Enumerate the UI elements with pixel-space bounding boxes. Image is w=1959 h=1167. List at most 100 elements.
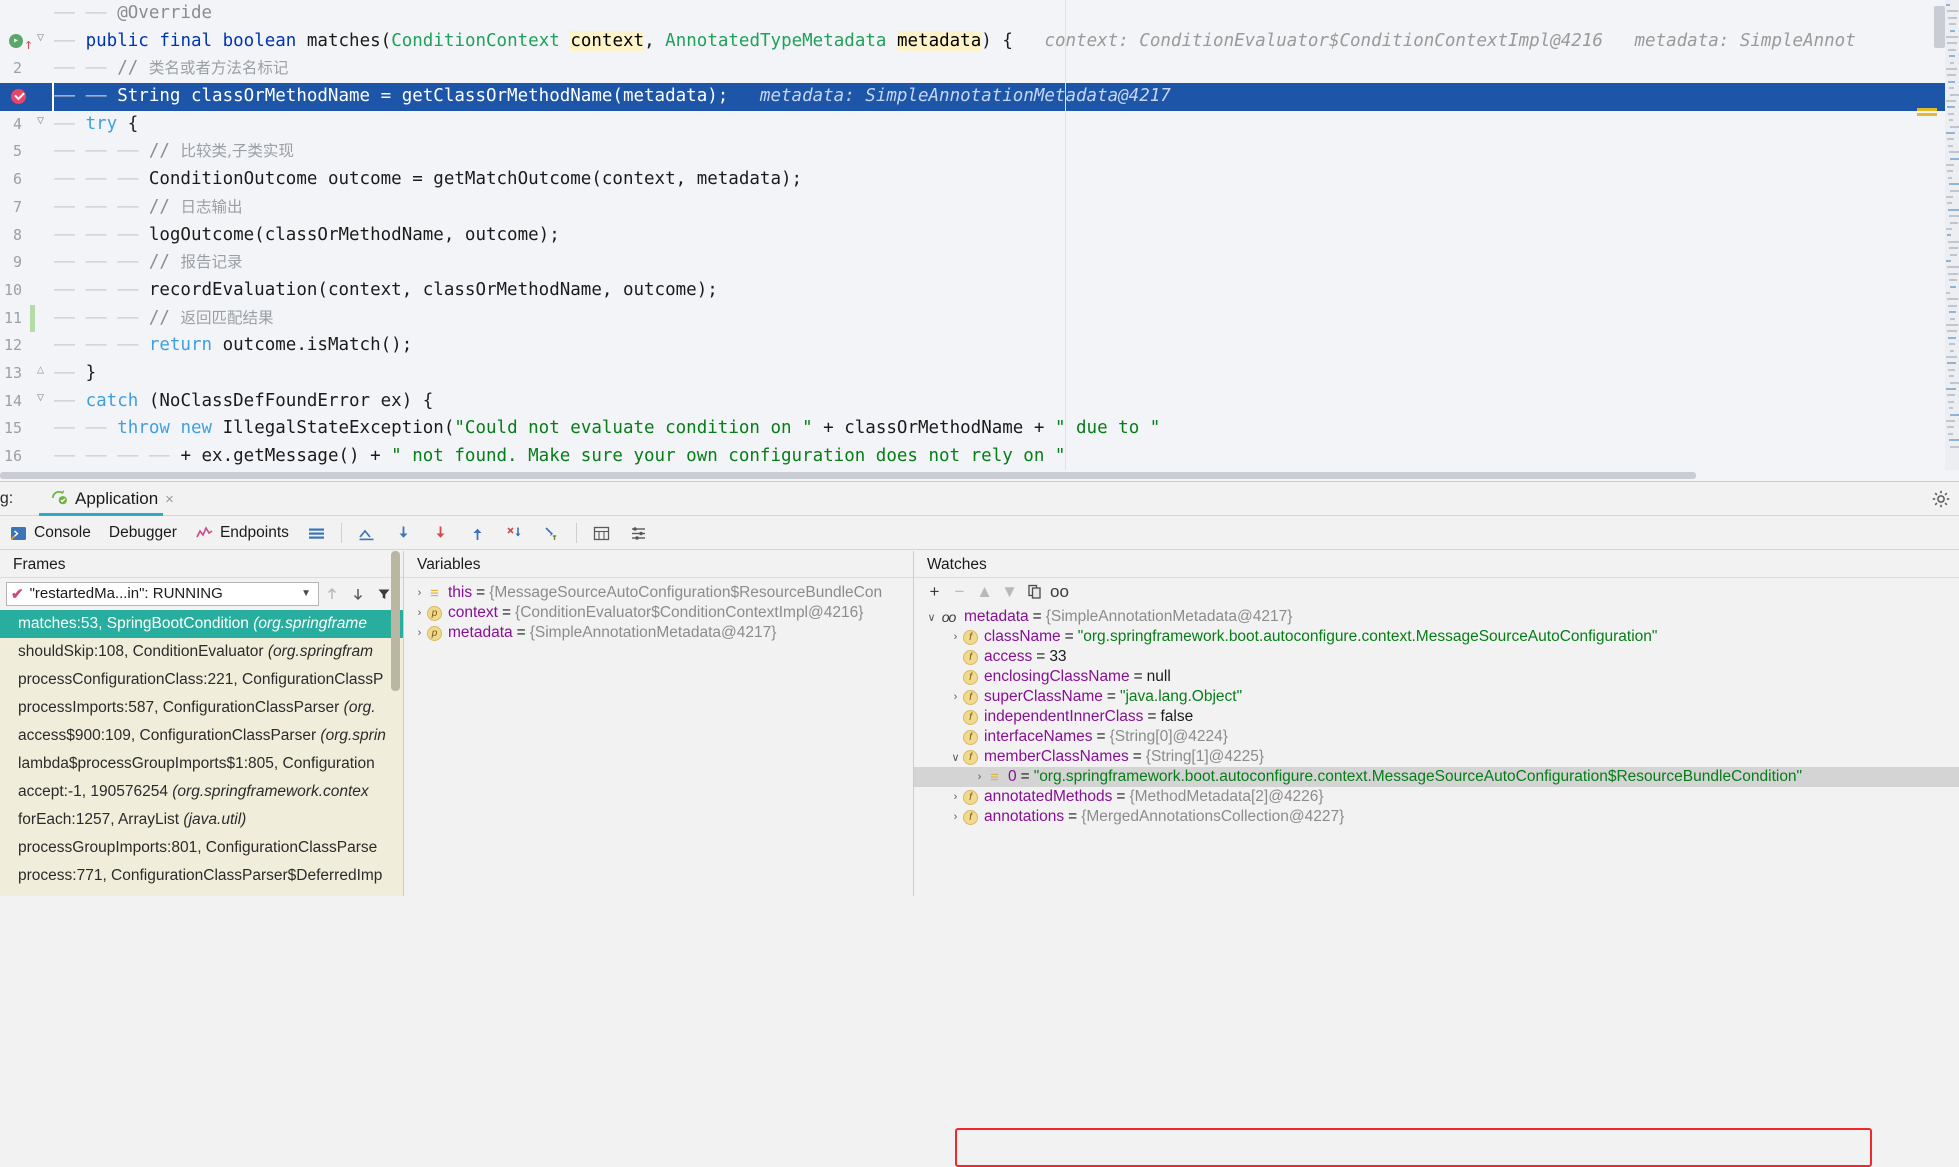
- chevron-right-icon[interactable]: ›: [948, 631, 963, 643]
- code-line[interactable]: 11 —— —— —— // 返回匹配结果: [0, 304, 1959, 333]
- fold-icon[interactable]: ▽: [36, 31, 45, 43]
- chevron-right-icon[interactable]: ›: [412, 587, 427, 599]
- gutter-icons[interactable]: [0, 415, 52, 443]
- gutter-icons[interactable]: [0, 55, 52, 83]
- gutter-icons[interactable]: △: [0, 360, 52, 388]
- code-line[interactable]: —— —— @Override: [0, 0, 1959, 28]
- gutter-icons[interactable]: [0, 304, 52, 333]
- tab-application[interactable]: Application ×: [39, 482, 184, 516]
- close-icon[interactable]: ×: [165, 491, 174, 508]
- code-text[interactable]: —— —— —— recordEvaluation(context, class…: [54, 277, 718, 305]
- frames-list[interactable]: matches:53, SpringBootCondition (org.spr…: [0, 610, 403, 896]
- variable-row[interactable]: › ≡ this = {MessageSourceAutoConfiguration$R…: [404, 583, 913, 603]
- toolbar-show-execution-point-button[interactable]: [348, 517, 385, 550]
- frame-row[interactable]: processConfigurationClass:221, Configura…: [0, 666, 403, 694]
- code-text[interactable]: —— —— —— —— + ex.getMessage() + " not fo…: [54, 443, 1065, 471]
- frame-row[interactable]: processImports:587, ConfigurationClassPa…: [0, 694, 403, 722]
- code-line[interactable]: 10 —— —— —— recordEvaluation(context, cla…: [0, 277, 1959, 305]
- frame-row[interactable]: lambda$processGroupImports$1:805, Config…: [0, 750, 403, 778]
- chevron-down-icon[interactable]: ▼: [301, 588, 311, 599]
- frame-row[interactable]: matches:53, SpringBootCondition (org.spr…: [0, 610, 403, 638]
- gutter-icons[interactable]: [0, 332, 52, 360]
- frames-scrollbar[interactable]: [391, 551, 400, 691]
- code-text[interactable]: —— —— throw new IllegalStateException("C…: [54, 415, 1160, 443]
- gear-icon[interactable]: [1931, 489, 1951, 509]
- editor-vertical-scrollbar[interactable]: [1934, 6, 1945, 48]
- frame-row[interactable]: process:771, ConfigurationClassParser$De…: [0, 862, 403, 890]
- code-text[interactable]: —— public final boolean matches(Conditio…: [54, 28, 1856, 56]
- code-text[interactable]: —— —— @Override: [54, 0, 212, 28]
- code-line[interactable]: 6 —— —— —— ConditionOutcome outcome = get…: [0, 166, 1959, 194]
- toolbar-step-out-button[interactable]: [459, 517, 496, 550]
- toolbar-endpoints-button[interactable]: Endpoints: [186, 517, 298, 550]
- code-text[interactable]: —— —— —— // 返回匹配结果: [54, 305, 273, 333]
- code-line[interactable]: 16 —— —— —— —— + ex.getMessage() + " not …: [0, 443, 1959, 471]
- variables-list[interactable]: › ≡ this = {MessageSourceAutoConfiguration$R…: [404, 579, 913, 896]
- watch-row[interactable]: ∨ f memberClassNames = {String[1]@4225}: [914, 747, 1959, 767]
- code-line[interactable]: 7 —— —— —— // 日志输出: [0, 194, 1959, 222]
- editor-horizontal-scrollbar[interactable]: [0, 470, 1959, 480]
- toolbar-force-step-into-button[interactable]: [496, 517, 533, 550]
- gutter-icons[interactable]: ▽: [0, 388, 52, 416]
- code-text[interactable]: —— —— // 类名或者方法名标记: [54, 55, 288, 83]
- code-line[interactable]: 8 —— —— —— logOutcome(classOrMethodName, …: [0, 222, 1959, 250]
- code-text[interactable]: —— }: [54, 360, 96, 388]
- code-text[interactable]: —— —— —— ConditionOutcome outcome = getM…: [54, 166, 802, 194]
- watch-add-button[interactable]: +: [922, 579, 947, 604]
- frame-row[interactable]: accept:-1, 190576254 (org.springframewor…: [0, 778, 403, 806]
- watch-move-down-button[interactable]: ▼: [997, 579, 1022, 604]
- chevron-right-icon[interactable]: ›: [972, 771, 987, 783]
- chevron-right-icon[interactable]: ›: [948, 691, 963, 703]
- watch-row[interactable]: ›f independentInnerClass=false: [914, 707, 1959, 727]
- variable-row[interactable]: › p context = {ConditionEvaluator$ConditionC…: [404, 603, 913, 623]
- watch-row[interactable]: ∨ oo metadata = {SimpleAnnotationMetadata@42…: [914, 607, 1959, 627]
- chevron-right-icon[interactable]: ›: [412, 607, 427, 619]
- code-text[interactable]: —— catch (NoClassDefFoundError ex) {: [54, 388, 433, 416]
- code-text[interactable]: —— —— String classOrMethodName = getClas…: [54, 83, 1171, 111]
- watch-row[interactable]: › f className = "org.springframework.boot.au…: [914, 627, 1959, 647]
- code-text[interactable]: —— —— —— return outcome.isMatch();: [54, 332, 412, 360]
- watch-row[interactable]: › f superClassName = "java.lang.Object": [914, 687, 1959, 707]
- watches-list[interactable]: ∨ oo metadata = {SimpleAnnotationMetadata@42…: [914, 607, 1959, 896]
- chevron-right-icon[interactable]: ›: [948, 711, 963, 723]
- code-text[interactable]: —— —— —— // 比较类,子类实现: [54, 138, 294, 166]
- watch-row[interactable]: ›faccess=33: [914, 647, 1959, 667]
- watch-row[interactable]: › ≡ 0 = "org.springframework.boot.autoconfig…: [914, 767, 1959, 787]
- code-line[interactable]: 2 —— —— // 类名或者方法名标记: [0, 55, 1959, 83]
- frames-move-down-button[interactable]: [345, 581, 371, 607]
- chevron-right-icon[interactable]: ›: [412, 627, 427, 639]
- toolbar-step-into-button[interactable]: [422, 517, 459, 550]
- code-line[interactable]: 1▸↑▽—— public final boolean matches(Cond…: [0, 28, 1959, 56]
- gutter-icons[interactable]: [0, 166, 52, 194]
- breakpoint-icon[interactable]: [11, 89, 26, 105]
- run-method-icon[interactable]: ▸: [9, 33, 23, 48]
- chevron-right-icon[interactable]: ›: [948, 651, 963, 663]
- gutter-icons[interactable]: [0, 83, 52, 111]
- watch-copy-icon[interactable]: [1022, 579, 1047, 604]
- code-line[interactable]: 14 ▽ —— catch (NoClassDefFoundError ex) {: [0, 388, 1959, 416]
- gutter-icons[interactable]: [0, 249, 52, 277]
- toolbar-evaluate-expression-button[interactable]: [583, 517, 620, 550]
- code-text[interactable]: —— try {: [54, 111, 138, 139]
- toolbar-settings-button[interactable]: [620, 517, 657, 550]
- frame-row[interactable]: processGroupImports:801, ConfigurationCl…: [0, 834, 403, 862]
- fold-icon[interactable]: ▽: [36, 114, 45, 126]
- gutter-icons[interactable]: [0, 222, 52, 250]
- code-text[interactable]: —— —— —— // 日志输出: [54, 194, 242, 222]
- gutter-icons[interactable]: [0, 138, 52, 166]
- frame-row[interactable]: forEach:1257, ArrayList (java.util): [0, 806, 403, 834]
- variable-row[interactable]: › p metadata = {SimpleAnnotationMetadata@421…: [404, 623, 913, 643]
- toolbar-layout-button[interactable]: [298, 517, 335, 550]
- thread-select[interactable]: ✔ "restartedMa...in": RUNNING ▼: [6, 581, 319, 606]
- code-text[interactable]: —— —— —— // 报告记录: [54, 249, 242, 277]
- watch-row[interactable]: ›f interfaceNames={String[0]@4224}: [914, 727, 1959, 747]
- watch-move-up-button[interactable]: ▲: [972, 579, 997, 604]
- editor-minimap[interactable]: [1945, 0, 1959, 480]
- gutter-icons[interactable]: [0, 0, 52, 28]
- gutter-icons[interactable]: ▸ ↑ ▽: [0, 28, 52, 56]
- frames-move-up-button[interactable]: [319, 581, 345, 607]
- watch-remove-button[interactable]: −: [947, 579, 972, 604]
- code-line[interactable]: 12 —— —— —— return outcome.isMatch();: [0, 332, 1959, 360]
- frame-row[interactable]: shouldSkip:108, ConditionEvaluator (org.…: [0, 638, 403, 666]
- gutter-icons[interactable]: [0, 443, 52, 471]
